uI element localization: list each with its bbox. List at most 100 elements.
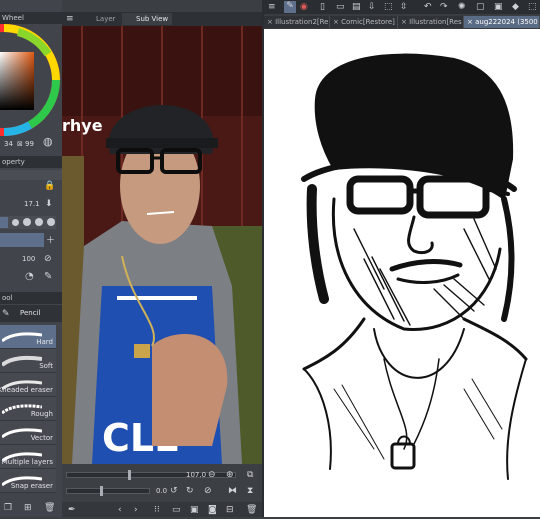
color-value-1: 34 <box>4 140 13 148</box>
transform-icon[interactable]: ◆ <box>512 2 519 12</box>
reset-rotation-icon[interactable]: ⊘ <box>204 486 212 496</box>
menu-icon[interactable]: ≡ <box>268 2 276 12</box>
subview-reference-photo[interactable]: CLE rhye <box>62 26 264 464</box>
pencil-icon: ✎ <box>2 309 10 319</box>
zoom-in-icon[interactable]: ⊕ <box>226 470 234 480</box>
brush-size-preset[interactable] <box>47 218 55 226</box>
rotate-left-icon[interactable]: ↺ <box>170 486 178 496</box>
brush-item-multiple-layers[interactable]: Multiple layers <box>0 445 56 469</box>
brush-size-preset[interactable] <box>23 218 31 226</box>
arrows-icon[interactable]: ⇳ <box>400 2 408 12</box>
next-icon[interactable]: › <box>134 505 138 515</box>
tab-label: Illustration2[Re <box>275 18 329 26</box>
color-wheel[interactable] <box>0 24 62 140</box>
menu-icon[interactable]: ≡ <box>66 14 74 24</box>
tab-layer[interactable]: Layer <box>82 13 116 25</box>
sub-tool-header: ool <box>0 292 62 304</box>
zoom-slider-knob[interactable] <box>128 470 131 480</box>
trash-icon[interactable]: 🗑 <box>246 505 257 515</box>
grid-icon[interactable]: ⁝⁝ <box>154 505 160 515</box>
brush-size-preset[interactable] <box>35 218 43 226</box>
open-icon[interactable]: ▭ <box>336 2 345 12</box>
tab-illustration2[interactable]: × Illustration2[Re <box>264 16 330 28</box>
sketch-artwork <box>301 53 528 480</box>
delete-icon[interactable]: ⊟ <box>226 505 234 515</box>
tab-label: aug222024 (3500 x <box>475 18 540 26</box>
copy-icon[interactable]: ❐ <box>4 503 12 513</box>
brush-label: Rough <box>30 410 53 418</box>
tab-close-icon[interactable]: × <box>467 18 475 26</box>
rotation-slider[interactable] <box>66 488 150 494</box>
subview-bottom-bar: ✒ ‹ › ⁝⁝ ▭ ▣ ◙ ⊟ 🗑 <box>62 502 264 517</box>
stroke-preview <box>2 355 42 367</box>
folder-icon[interactable]: ▭ <box>172 505 181 515</box>
subview-header: ≡ Layer Sub View <box>62 12 264 26</box>
save-icon[interactable]: ▤ <box>352 2 361 12</box>
tab-close-icon[interactable]: × <box>401 18 409 26</box>
brush-item-kneaded-eraser[interactable]: Kneaded eraser <box>0 373 56 397</box>
tab-illustration[interactable]: × Illustration[Res <box>398 16 464 28</box>
brush-item-hard[interactable]: Hard <box>0 325 56 349</box>
fill-icon[interactable]: ▣ <box>494 2 503 12</box>
fit-icon[interactable]: ⧉ <box>247 470 253 480</box>
brush-label: Hard <box>36 338 53 346</box>
settings-icon[interactable]: ⬚ <box>384 2 393 12</box>
tab-aug222024[interactable]: × aug222024 (3500 x <box>464 16 540 28</box>
brush-shape-row[interactable] <box>0 233 44 247</box>
edit-icon[interactable]: ✎ <box>284 1 296 13</box>
hsv-icon[interactable]: ⊠ <box>17 139 23 149</box>
tab-close-icon[interactable]: × <box>333 18 341 26</box>
tab-subview[interactable]: Sub View <box>122 13 173 25</box>
clear-icon[interactable]: ▢ <box>476 2 485 12</box>
camera-icon[interactable]: ◙ <box>208 505 217 515</box>
new-icon[interactable]: ⊞ <box>24 503 32 513</box>
document-tabs: × Illustration2[Re × Comic[Restore] × Il… <box>264 14 540 29</box>
property-row <box>0 170 62 180</box>
tab-label: Illustration[Res <box>409 18 462 26</box>
flip-horizontal-icon[interactable]: ⧓ <box>228 486 237 496</box>
new-file-icon[interactable]: ▯ <box>320 2 325 12</box>
lock-icon[interactable]: 🔒 <box>44 181 55 191</box>
tab-label: Comic[Restore] <box>341 18 395 26</box>
rotate-right-icon[interactable]: ↻ <box>186 486 194 496</box>
brush-item-rough[interactable]: Rough <box>0 397 56 421</box>
opacity-value: 100 <box>22 255 36 263</box>
color-settings-icon[interactable]: ◍ <box>43 136 53 147</box>
wrench-icon[interactable]: ✎ <box>44 272 52 282</box>
tab-close-icon[interactable]: × <box>267 18 275 26</box>
brush-item-snap-eraser[interactable]: Snap eraser <box>0 469 56 493</box>
brush-item-soft[interactable]: Soft <box>0 349 56 373</box>
brush-size-preset-selected[interactable] <box>0 217 8 228</box>
left-tool-panel: Wheel 34 ⊠ 99 ◍ operty 🔒 17.1 ⬇ ＋ 100 ⊘ … <box>0 0 62 517</box>
brush-size-preset[interactable] <box>12 219 19 226</box>
brush-item-vector[interactable]: Vector <box>0 421 56 445</box>
reference-photo-image: CLE <box>62 26 264 464</box>
brush-label: Vector <box>30 434 53 442</box>
brush-label: Snap eraser <box>10 482 53 490</box>
redo-icon[interactable]: ↷ <box>440 2 448 12</box>
color-value-2: 99 <box>25 140 34 148</box>
image-icon[interactable]: ▣ <box>190 505 199 515</box>
settings-icon[interactable]: ◔ <box>25 272 34 282</box>
rotation-slider-knob[interactable] <box>100 486 103 496</box>
plus-icon[interactable]: ＋ <box>46 236 55 246</box>
loading-icon[interactable]: ✺ <box>458 2 466 12</box>
record-icon[interactable]: ◉ <box>300 2 308 12</box>
brush-size-menu-icon[interactable]: ⬇ <box>45 199 53 209</box>
brush-label: Soft <box>39 362 53 370</box>
brush-size-presets[interactable] <box>0 216 56 229</box>
export-icon[interactable]: ⇩ <box>368 2 376 12</box>
undo-icon[interactable]: ↶ <box>424 2 432 12</box>
brush-label: Multiple layers <box>1 458 53 466</box>
zoom-out-icon[interactable]: ⊖ <box>208 470 216 480</box>
zoom-value: 107.0 <box>186 471 207 479</box>
brush-size-value: 17.1 <box>24 200 40 208</box>
ratio-icon[interactable]: ⊘ <box>44 254 52 264</box>
drawing-canvas[interactable] <box>264 29 540 517</box>
tab-comic[interactable]: × Comic[Restore] <box>330 16 398 28</box>
trash-icon[interactable]: 🗑 <box>44 503 55 513</box>
eyedropper-icon[interactable]: ✒ <box>68 505 76 515</box>
flip-vertical-icon[interactable]: ⧗ <box>247 486 253 496</box>
crop-icon[interactable]: ⬚ <box>528 2 537 12</box>
prev-icon[interactable]: ‹ <box>118 505 122 515</box>
